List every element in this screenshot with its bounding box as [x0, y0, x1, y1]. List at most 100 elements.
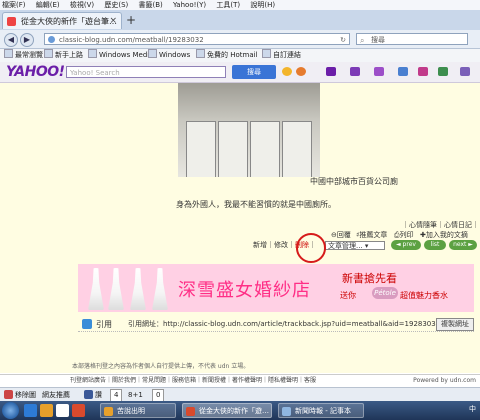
annotation-red-circle [296, 233, 326, 263]
bookmark-most-visited[interactable]: 最常瀏覽 [4, 49, 43, 62]
new-tab-icon[interactable]: + [126, 13, 136, 27]
list-button[interactable]: list [424, 240, 446, 250]
yahoo-search-input[interactable]: Yahoo! Search [66, 66, 226, 78]
remove-image-item[interactable]: 移除圖 [4, 388, 36, 402]
shopping-icon[interactable] [350, 67, 360, 76]
article-management-select[interactable]: 文章管理... ▾ [325, 241, 385, 250]
new-post-link[interactable]: 新增 [253, 241, 267, 249]
page-icon [88, 49, 97, 58]
recommend-item[interactable]: 網友推薦 [42, 388, 70, 402]
task-notepad[interactable]: 新聞時報 - 記事本 [278, 403, 364, 418]
facebook-icon [84, 390, 93, 399]
music-icon[interactable] [418, 67, 428, 76]
bookmark-getting-started[interactable]: 新手上路 [44, 49, 83, 62]
prev-button[interactable]: ◄ prev [391, 240, 421, 250]
search-input[interactable]: ⌕ 搜尋 [356, 33, 468, 45]
back-arrow-icon[interactable]: ◀ [4, 33, 18, 47]
page-icon [196, 49, 205, 58]
restroom-photo [178, 83, 320, 177]
task-firefox[interactable]: 從金大俠的新作「遊… [182, 403, 272, 418]
banner-gift-tail: 超值魅力香水 [400, 291, 448, 300]
bookmark-hotmail[interactable]: 免費的 Hotmail [196, 49, 258, 62]
page-footer: 刊登網站廣告｜關於我們｜常見問題｜服務信箱｜新聞授權｜著作權聲明｜隱私權聲明｜客… [0, 374, 480, 387]
close-tab-icon[interactable]: × [109, 13, 117, 30]
menu-history[interactable]: 歷史(S) [104, 1, 128, 9]
reload-icon[interactable]: ↻ [340, 34, 346, 46]
windows-taskbar: 苦說出明 從金大俠的新作「遊… 新聞時報 - 記事本 中 [0, 401, 480, 420]
folder-icon [104, 407, 113, 416]
url-bar[interactable]: classic-blog.udn.com/meatball/19283032 ↻ [44, 33, 350, 45]
yahoo-toolbar: YAHOO! Yahoo! Search 搜尋 [0, 62, 480, 83]
firefox-icon [186, 407, 195, 416]
settings-icon[interactable] [460, 67, 470, 76]
yahoo-search-button[interactable]: 搜尋 [232, 65, 276, 79]
photo-caption: 中國中部城市百貨公司廁 [310, 177, 398, 186]
weather-icon[interactable] [296, 67, 306, 76]
menu-edit[interactable]: 編輯(E) [36, 1, 60, 9]
print-link[interactable]: ⎙列印 [394, 230, 414, 240]
powered-by: Powered by udn.com [413, 377, 476, 384]
bookmark-windows[interactable]: Windows [148, 49, 190, 62]
pencil-icon[interactable] [282, 67, 292, 76]
menu-file[interactable]: 檔案(F) [2, 1, 26, 9]
trackback-label: 引用 [96, 320, 112, 329]
blog-content: 中國中部城市百貨公司廁 身為外國人，我最不能習慣的就是中國廁所。 ｜心情隨筆｜心… [0, 83, 480, 373]
next-button[interactable]: next ► [449, 240, 477, 250]
dress-figure [88, 268, 104, 310]
edit-post-link[interactable]: 修改 [274, 241, 288, 249]
banner-brand: Pétole [372, 287, 398, 299]
task-explorer[interactable]: 苦說出明 [100, 403, 176, 418]
tab-blog[interactable]: 從金大俠的新作「遊台筆… × [2, 12, 122, 29]
footer-links[interactable]: 刊登網站廣告｜關於我們｜常見問題｜服務信箱｜新聞授權｜著作權聲明｜隱私權聲明｜客… [70, 375, 316, 387]
notepad-icon [282, 407, 291, 416]
yahoo-logo[interactable]: YAHOO! [6, 64, 65, 80]
start-button-icon[interactable] [2, 402, 19, 419]
banner-new-book: 新書搶先看 [342, 272, 397, 285]
tab-bar: 從金大俠的新作「遊台筆… × + [0, 10, 480, 31]
menu-view[interactable]: 檢視(V) [70, 1, 94, 9]
menu-bookmarks[interactable]: 書籤(B) [139, 1, 163, 9]
category-links[interactable]: ｜心情隨筆｜心情日記｜ [402, 220, 479, 230]
menu-tools[interactable]: 工具(T) [216, 1, 240, 9]
gplus-button[interactable]: 8+1 [128, 388, 143, 402]
system-tray[interactable]: 中 [469, 404, 476, 414]
news-icon[interactable] [398, 67, 408, 76]
page-icon [262, 49, 271, 58]
ie-icon[interactable] [24, 404, 37, 417]
trackback-row: 引用 引用網址：http://classic-blog.udn.com/arti… [78, 317, 474, 332]
dress-figure [108, 268, 124, 310]
dress-figure [152, 268, 168, 310]
bookmark-windows-media[interactable]: Windows Media [88, 49, 154, 62]
copy-url-button[interactable]: 複製網址 [436, 318, 474, 331]
status-bar: 移除圖 網友推薦 讚 4 8+1 0 [0, 387, 480, 402]
banner-gift: 送你 [340, 291, 356, 300]
trackback-url: 引用網址：http://classic-blog.udn.com/article… [128, 320, 441, 328]
media-player-icon[interactable] [56, 404, 69, 417]
bookmark-custom-links[interactable]: 自訂連結 [262, 49, 301, 62]
bookmarks-bar: 最常瀏覽 新手上路 Windows Media Windows 免費的 Hotm… [0, 49, 480, 63]
page-icon [44, 49, 53, 58]
url-text: classic-blog.udn.com/meatball/19283032 [59, 36, 204, 44]
wedding-ad-banner[interactable]: 深雪盛女婚紗店 新書搶先看 送你 Pétole 超值魅力香水 [78, 264, 474, 312]
trackback-icon [82, 319, 92, 329]
tab-label: 從金大俠的新作「遊台筆… [21, 17, 117, 26]
page-icon [148, 49, 157, 58]
recommend-link[interactable]: ♯推薦文章 [356, 230, 387, 240]
finance-icon[interactable] [438, 67, 448, 76]
dress-figure [130, 268, 146, 310]
add-digest-link[interactable]: ✚加入我的文摘 [420, 230, 468, 240]
envelope-icon[interactable] [374, 67, 384, 76]
yahoo-mail-icon[interactable] [326, 67, 336, 76]
reply-link[interactable]: ⊖回覆 [331, 230, 351, 240]
menu-yahoo[interactable]: Yahoo!(Y) [173, 1, 206, 9]
site-favicon-icon [7, 17, 16, 26]
menu-help[interactable]: 說明(H) [250, 1, 275, 9]
search-icon: ⌕ [360, 36, 365, 45]
forward-arrow-icon[interactable]: ▶ [20, 33, 34, 47]
star-icon [4, 49, 13, 58]
folder-icon[interactable] [40, 404, 53, 417]
facebook-like[interactable]: 讚 [84, 388, 102, 402]
navigation-bar: ◀ ▶ classic-blog.udn.com/meatball/192830… [0, 30, 480, 49]
search-placeholder: 搜尋 [371, 36, 385, 44]
firefox-icon[interactable] [72, 404, 85, 417]
